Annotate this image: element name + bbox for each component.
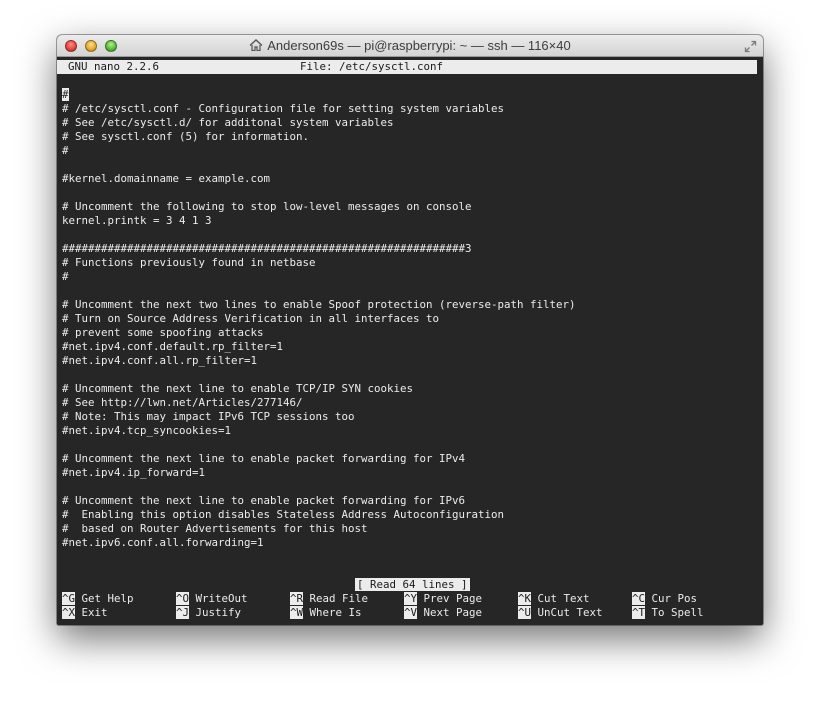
editor-line[interactable]: # See sysctl.conf (5) for information.	[62, 130, 309, 144]
shortcut-label: UnCut Text	[537, 606, 603, 619]
editor-line[interactable]: #	[62, 88, 69, 102]
editor-line[interactable]: # /etc/sysctl.conf - Configuration file …	[62, 102, 504, 116]
nano-version: GNU nano 2.2.6	[68, 60, 160, 73]
shortcut-item: ^T To Spell	[632, 606, 704, 620]
shortcut-key: ^R	[290, 592, 304, 605]
editor-line[interactable]: kernel.printk = 3 4 1 3	[62, 214, 212, 228]
editor-line[interactable]: # Uncomment the next line to enable pack…	[62, 452, 465, 466]
title-bar[interactable]: Anderson69s — pi@raspberrypi: ~ — ssh — …	[57, 35, 763, 57]
home-icon	[249, 39, 263, 51]
editor-line[interactable]: # based on Router Advertisements for thi…	[62, 522, 368, 536]
shortcut-key: ^J	[176, 606, 190, 619]
shortcut-item: ^W Where Is	[290, 606, 362, 620]
shortcut-label: To Spell	[651, 606, 704, 619]
editor-line[interactable]: # Enabling this option disables Stateles…	[62, 508, 504, 522]
shortcut-label: Cur Pos	[651, 592, 698, 605]
editor-line[interactable]: # Turn on Source Address Verification in…	[62, 312, 439, 326]
shortcut-item: ^J Justify	[176, 606, 241, 620]
fullscreen-icon[interactable]	[744, 40, 757, 53]
shortcut-label: Exit	[81, 606, 108, 619]
window-title-container: Anderson69s — pi@raspberrypi: ~ — ssh — …	[57, 35, 763, 57]
shortcut-key: ^Y	[404, 592, 418, 605]
shortcut-item: ^O WriteOut	[176, 592, 248, 606]
editor-line[interactable]: ########################################…	[62, 242, 472, 256]
nano-header: GNU nano 2.2.6 File: /etc/sysctl.conf	[57, 60, 757, 74]
editor-line[interactable]: # prevent some spoofing attacks	[62, 326, 264, 340]
shortcut-item: ^V Next Page	[404, 606, 482, 620]
terminal-area[interactable]: GNU nano 2.2.6 File: /etc/sysctl.conf # #…	[57, 57, 763, 625]
shortcut-label: Read File	[309, 592, 369, 605]
editor-line[interactable]: #net.ipv4.conf.all.rp_filter=1	[62, 354, 257, 368]
shortcut-label: Justify	[195, 606, 242, 619]
shortcut-label: Next Page	[423, 606, 483, 619]
shortcut-item: ^K Cut Text	[518, 592, 590, 606]
shortcut-item: ^U UnCut Text	[518, 606, 603, 620]
editor-line[interactable]: # Uncomment the next line to enable TCP/…	[62, 382, 413, 396]
shortcut-label: Prev Page	[423, 592, 483, 605]
editor-line[interactable]: #net.ipv4.ip_forward=1	[62, 466, 205, 480]
editor-line[interactable]: #net.ipv6.conf.all.forwarding=1	[62, 536, 264, 550]
window-title: Anderson69s — pi@raspberrypi: ~ — ssh — …	[267, 38, 571, 53]
shortcut-key: ^O	[176, 592, 190, 605]
shortcut-item: ^G Get Help	[62, 592, 134, 606]
editor-line[interactable]: # Uncomment the following to stop low-le…	[62, 200, 472, 214]
editor-line[interactable]: #net.ipv4.conf.default.rp_filter=1	[62, 340, 283, 354]
editor-line[interactable]: # See /etc/sysctl.d/ for additonal syste…	[62, 116, 394, 130]
shortcut-label: Where Is	[309, 606, 362, 619]
shortcut-key: ^X	[62, 606, 76, 619]
editor-line[interactable]: #	[62, 144, 69, 158]
editor-line[interactable]: #	[62, 270, 69, 284]
shortcut-item: ^R Read File	[290, 592, 368, 606]
shortcut-key: ^T	[632, 606, 646, 619]
shortcut-label: Get Help	[81, 592, 134, 605]
editor-line[interactable]: # Uncomment the next line to enable pack…	[62, 494, 465, 508]
shortcut-item: ^C Cur Pos	[632, 592, 697, 606]
editor-line[interactable]: #kernel.domainname = example.com	[62, 172, 270, 186]
editor-line[interactable]: #net.ipv4.tcp_syncookies=1	[62, 424, 231, 438]
shortcut-key: ^U	[518, 606, 532, 619]
shortcut-key: ^G	[62, 592, 76, 605]
shortcut-key: ^V	[404, 606, 418, 619]
shortcut-label: Cut Text	[537, 592, 590, 605]
shortcut-label: WriteOut	[195, 592, 248, 605]
editor-line[interactable]: # See http://lwn.net/Articles/277146/	[62, 396, 303, 410]
nano-file-label: File: /etc/sysctl.conf	[300, 60, 444, 73]
shortcut-item: ^X Exit	[62, 606, 108, 620]
text-cursor: #	[62, 88, 69, 101]
shortcut-key: ^W	[290, 606, 304, 619]
terminal-window: Anderson69s — pi@raspberrypi: ~ — ssh — …	[57, 35, 763, 625]
shortcut-key: ^K	[518, 592, 532, 605]
editor-line[interactable]: # Note: This may impact IPv6 TCP session…	[62, 410, 355, 424]
editor-line[interactable]: # Functions previously found in netbase	[62, 256, 316, 270]
status-message: [ Read 64 lines ]	[355, 578, 470, 591]
shortcut-item: ^Y Prev Page	[404, 592, 482, 606]
shortcut-key: ^C	[632, 592, 646, 605]
editor-line[interactable]: # Uncomment the next two lines to enable…	[62, 298, 576, 312]
